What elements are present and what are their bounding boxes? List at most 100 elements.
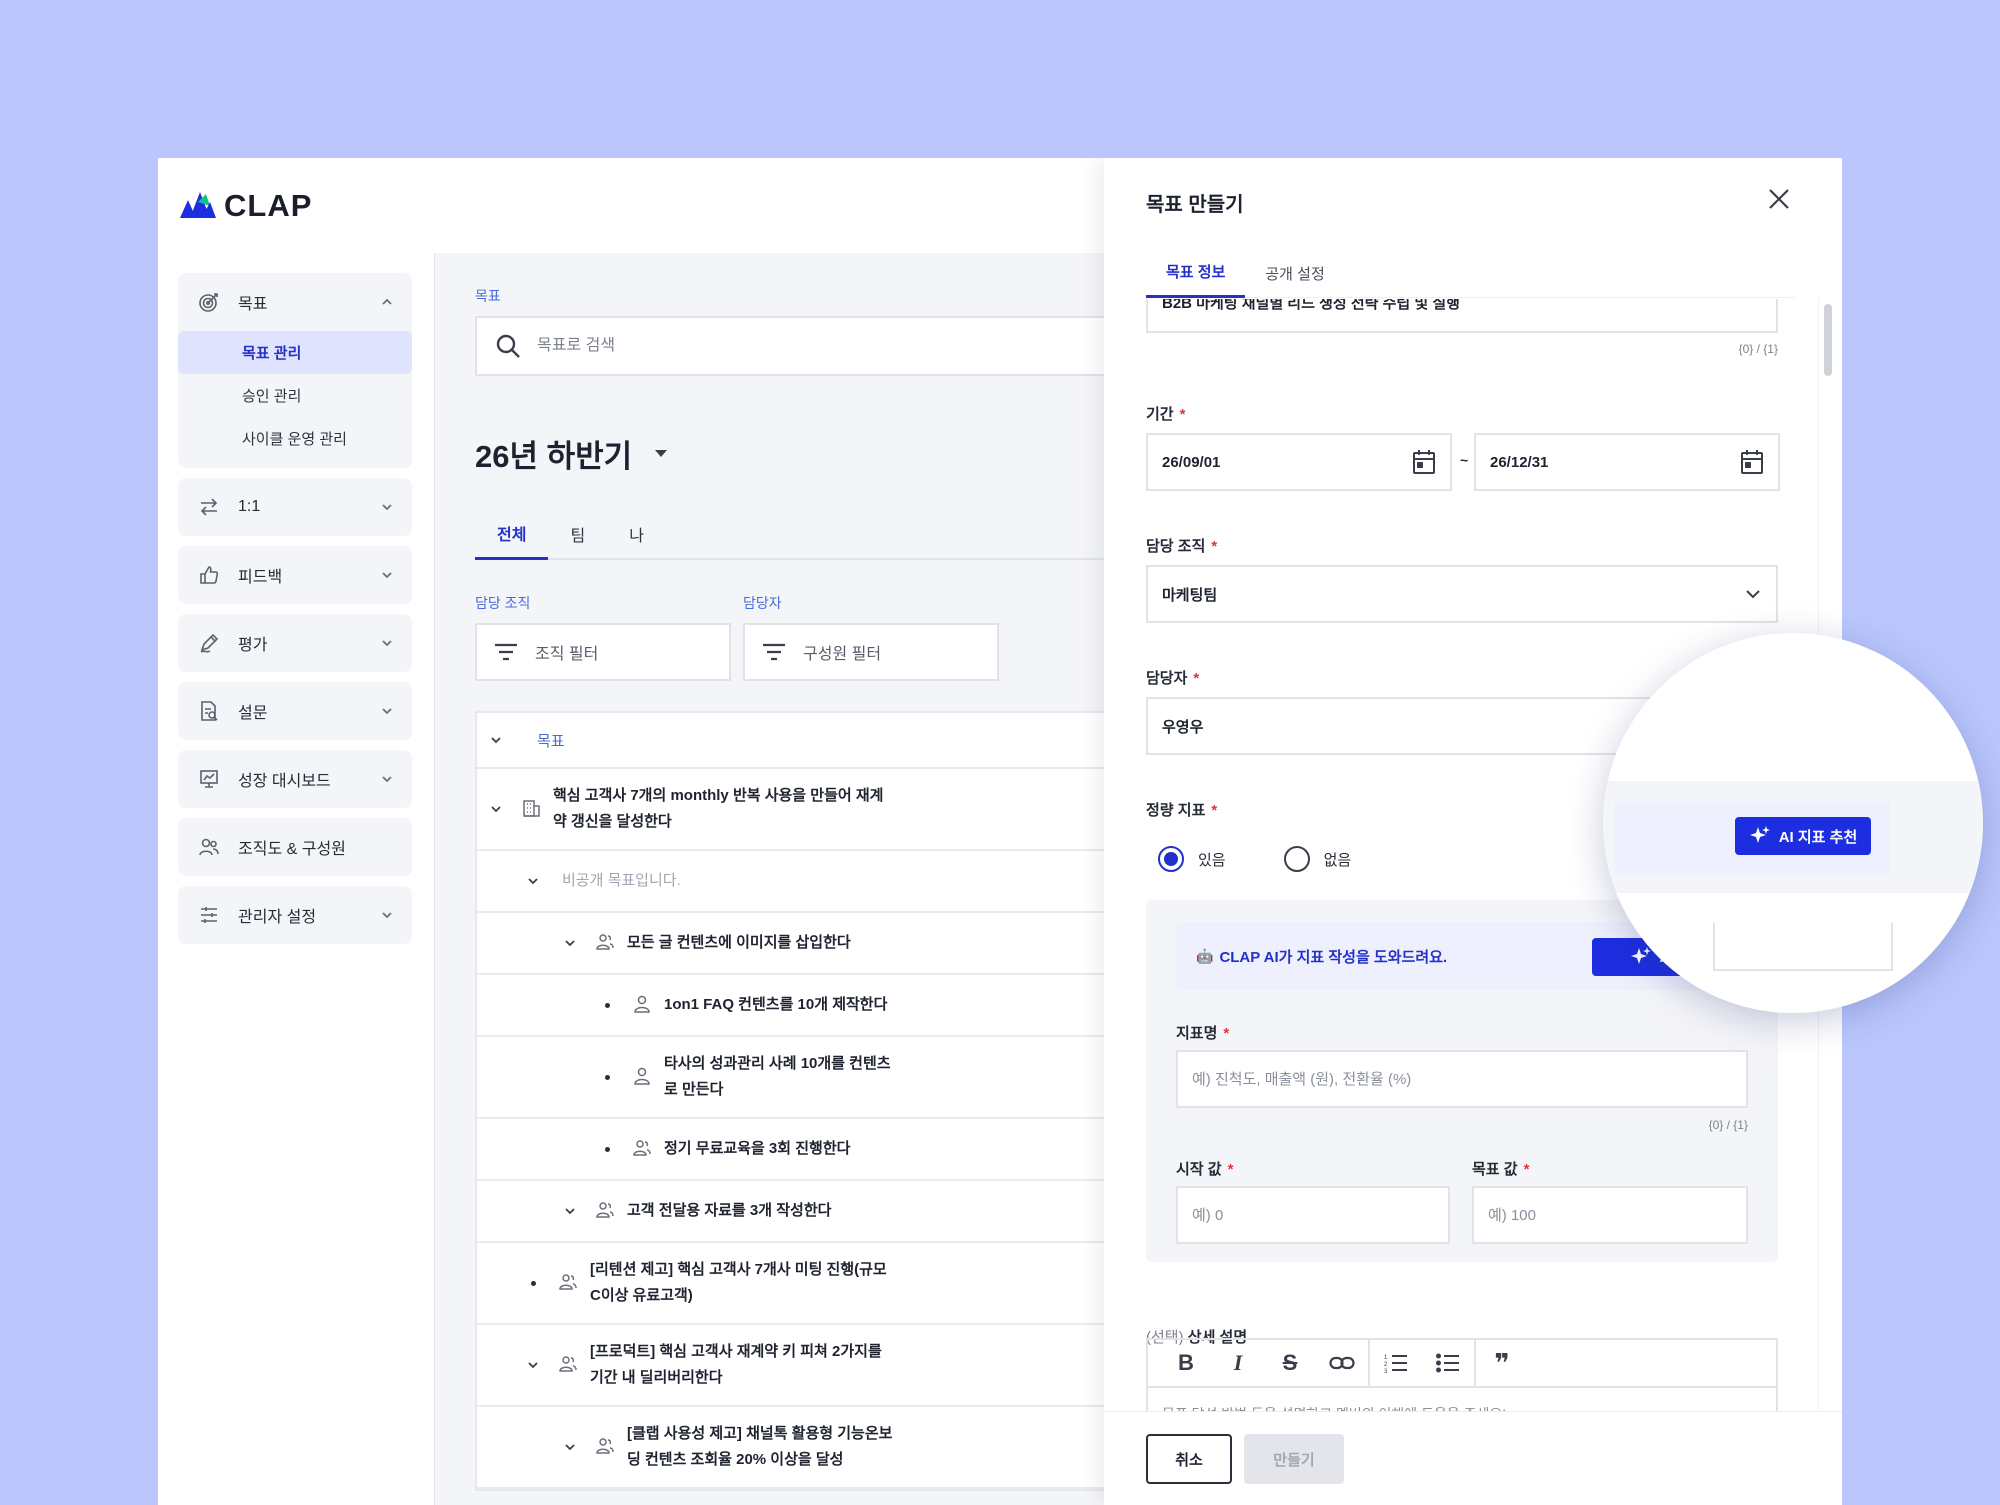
chevron-down-icon[interactable] <box>559 1200 581 1222</box>
period-selector[interactable]: 26년 하반기 <box>475 431 668 476</box>
end-date-field[interactable]: 26/12/31 <box>1474 433 1780 491</box>
goal-title[interactable]: [클랩 사용성 제고] 채널톡 활용형 기능온보 딩 컨텐츠 조회율 20% 이… <box>627 1421 892 1473</box>
kpi-label: 정량 지표 * <box>1146 802 1218 819</box>
sidebar-item-1on1[interactable]: 1:1 <box>178 478 412 536</box>
target-value-label: 목표 값 * <box>1472 1161 1530 1178</box>
strikethrough-icon[interactable]: S <box>1264 1339 1316 1387</box>
goal-title[interactable]: 모든 글 컨텐츠에 이미지를 삽입한다 <box>627 930 851 956</box>
team-icon <box>595 1200 617 1222</box>
chevron-down-icon[interactable] <box>485 798 507 820</box>
team-icon <box>595 932 617 954</box>
sidebar-item-dashboard[interactable]: 성장 대시보드 <box>178 750 412 808</box>
drawer-scrollbar[interactable] <box>1824 304 1832 376</box>
goal-title[interactable]: [리텐션 제고] 핵심 고객사 7개사 미팅 진행(규모 C이상 유료고객) <box>590 1257 887 1309</box>
caret-down-icon <box>655 449 668 457</box>
sidebar-item-admin-settings[interactable]: 관리자 설정 <box>178 886 412 944</box>
sidebar-item-cycle-management[interactable]: 사이클 운영 관리 <box>178 417 412 460</box>
member-filter[interactable]: 구성원 필터 <box>743 623 999 681</box>
goal-title-counter: {0} / {1} <box>1738 342 1778 356</box>
pen-icon <box>198 632 220 654</box>
chevron-down-icon[interactable] <box>559 932 581 954</box>
start-value-field[interactable] <box>1176 1186 1450 1244</box>
kpi-no-radio[interactable] <box>1283 846 1310 872</box>
nav-group-org: 조직도 & 구성원 <box>178 818 412 876</box>
italic-icon[interactable]: I <box>1212 1339 1264 1387</box>
org-filter-group: 담당 조직 조직 필터 <box>475 593 731 681</box>
goal-cell: 타사의 성과관리 사례 10개를 컨텐츠 로 만든다 <box>477 1051 1178 1103</box>
sidebar-item-feedback[interactable]: 피드백 <box>178 546 412 604</box>
start-value-input[interactable] <box>1192 1206 1434 1224</box>
end-date-value: 26/12/31 <box>1490 453 1549 471</box>
create-button[interactable]: 만들기 <box>1244 1434 1344 1484</box>
close-icon[interactable] <box>1764 184 1794 214</box>
bold-icon[interactable]: B <box>1160 1339 1212 1387</box>
goal-cell: 비공개 목표입니다. <box>477 868 1178 894</box>
search-label: 목표 <box>475 288 501 304</box>
calendar-icon[interactable] <box>1740 449 1764 475</box>
target-icon <box>198 291 220 313</box>
chevron-down-icon[interactable] <box>522 870 544 892</box>
org-select[interactable]: 마케팅팀 <box>1146 565 1778 623</box>
chevron-down-icon[interactable] <box>559 1436 581 1458</box>
calendar-icon[interactable] <box>1412 449 1436 475</box>
goal-title-field[interactable]: B2B 마케팅 채널별 리드 생성 전략 수립 및 실행 <box>1146 299 1778 333</box>
cancel-button[interactable]: 취소 <box>1146 1434 1232 1484</box>
sidebar-item-evaluation[interactable]: 평가 <box>178 614 412 672</box>
goal-title[interactable]: 1on1 FAQ 컨텐츠를 10개 제작한다 <box>664 992 887 1018</box>
svg-text:2: 2 <box>1384 1362 1388 1368</box>
nav-group-goals: 목표 목표 관리 승인 관리 사이클 운영 관리 <box>178 273 412 468</box>
search-input[interactable] <box>537 337 1037 355</box>
kpi-name-field[interactable] <box>1176 1050 1748 1108</box>
goal-column-header: 목표 <box>537 732 565 750</box>
goal-title[interactable]: 핵심 고객사 7개의 monthly 반복 사용을 만들어 재계 약 갱신을 달… <box>553 783 883 835</box>
goal-title[interactable]: 타사의 성과관리 사례 10개를 컨텐츠 로 만든다 <box>664 1051 891 1103</box>
kpi-name-counter: {0} / {1} <box>1708 1118 1748 1132</box>
dashboard-icon <box>198 768 220 790</box>
tab-team[interactable]: 팀 <box>548 508 607 560</box>
sidebar-item-label: 피드백 <box>238 569 283 586</box>
kpi-name-input[interactable] <box>1192 1070 1732 1088</box>
sidebar-item-org-chart[interactable]: 조직도 & 구성원 <box>178 818 412 876</box>
sidebar-item-survey[interactable]: 설문 <box>178 682 412 740</box>
sidebar-item-goals[interactable]: 목표 <box>178 273 412 331</box>
collapse-all-toggle[interactable] <box>485 729 507 751</box>
sidebar-item-label: 1:1 <box>238 498 261 515</box>
sidebar-item-label: 평가 <box>238 637 268 654</box>
sidebar-nav: 목표 목표 관리 승인 관리 사이클 운영 관리 1:1 피드백 평가 설문 성… <box>178 273 412 954</box>
bullet-list-icon[interactable] <box>1422 1339 1474 1387</box>
tab-visibility[interactable]: 공개 설정 <box>1245 248 1344 298</box>
tab-goal-info[interactable]: 목표 정보 <box>1146 248 1246 298</box>
bullet-dot <box>596 1147 618 1152</box>
goal-title[interactable]: 고객 전달용 자료를 3개 작성한다 <box>627 1198 831 1224</box>
quote-icon[interactable]: ❞ <box>1476 1339 1528 1387</box>
start-date-field[interactable]: 26/09/01 <box>1146 433 1452 491</box>
tab-all[interactable]: 전체 <box>475 508 549 560</box>
ordered-list-icon[interactable]: 123 <box>1370 1339 1422 1387</box>
sidebar-item-approval-management[interactable]: 승인 관리 <box>178 374 412 417</box>
magnified-ai-recommend-button[interactable]: AI 지표 추천 <box>1735 817 1871 855</box>
sidebar-item-label: 설문 <box>238 705 268 722</box>
target-value-field[interactable] <box>1472 1186 1748 1244</box>
owner-value: 우영우 <box>1162 718 1204 736</box>
chevron-down-icon[interactable] <box>522 1354 544 1376</box>
goal-title[interactable]: [프로덕트] 핵심 고객사 재계약 키 피쳐 2가지를 기간 내 딜리버리한다 <box>590 1339 882 1391</box>
person-icon <box>632 994 654 1016</box>
search-icon <box>496 334 520 358</box>
nav-group-feedback: 피드백 <box>178 546 412 604</box>
kpi-yes-radio[interactable] <box>1158 846 1184 872</box>
goal-title[interactable]: 정기 무료교육을 3회 진행한다 <box>664 1136 850 1162</box>
chevron-down-icon <box>1746 590 1760 599</box>
filters: 담당 조직 조직 필터 담당자 구성원 필터 <box>475 593 999 681</box>
logo[interactable]: CLAP <box>180 188 312 224</box>
org-filter[interactable]: 조직 필터 <box>475 623 731 681</box>
chevron-down-icon <box>382 708 392 715</box>
tab-me[interactable]: 나 <box>607 508 666 560</box>
target-value-input[interactable] <box>1488 1206 1732 1224</box>
member-filter-group: 담당자 구성원 필터 <box>743 593 999 681</box>
person-icon <box>632 1066 654 1088</box>
org-filter-placeholder: 조직 필터 <box>535 646 599 663</box>
link-icon[interactable] <box>1316 1339 1368 1387</box>
svg-text:1: 1 <box>1384 1355 1388 1361</box>
sidebar-item-goal-management[interactable]: 목표 관리 <box>178 331 412 374</box>
sparkle-icon <box>1749 826 1770 843</box>
